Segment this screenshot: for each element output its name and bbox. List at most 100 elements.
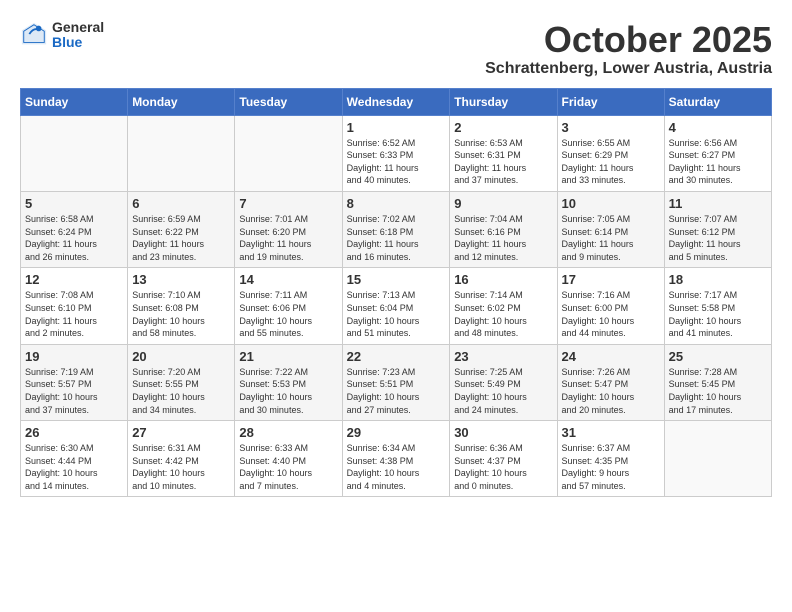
calendar-week-row: 1 Sunrise: 6:52 AM Sunset: 6:33 PM Daylig… (21, 115, 772, 191)
month-title: October 2025 (485, 20, 772, 60)
title-block: October 2025 Schrattenberg, Lower Austri… (485, 20, 772, 78)
logo-icon (20, 21, 48, 49)
day-of-week-header: Friday (557, 88, 664, 115)
calendar-cell: 24Sunrise: 7:26 AM Sunset: 5:47 PM Dayli… (557, 344, 664, 420)
day-info: Sunrise: 7:28 AM Sunset: 5:45 PM Dayligh… (669, 366, 767, 416)
day-info: Sunrise: 7:10 AM Sunset: 6:08 PM Dayligh… (132, 289, 230, 339)
day-info: Sunrise: 7:19 AM Sunset: 5:57 PM Dayligh… (25, 366, 123, 416)
calendar-table: SundayMondayTuesdayWednesdayThursdayFrid… (20, 88, 772, 498)
calendar-cell (664, 421, 771, 497)
day-info: Sunrise: 7:17 AM Sunset: 5:58 PM Dayligh… (669, 289, 767, 339)
day-number: 4 (669, 120, 767, 135)
calendar-cell: 7 Sunrise: 7:01 AM Sunset: 6:20 PM Daylig… (235, 191, 342, 267)
calendar-cell: 23Sunrise: 7:25 AM Sunset: 5:49 PM Dayli… (450, 344, 557, 420)
day-info: Sunrise: 6:58 AM Sunset: 6:24 PM Dayligh… (25, 213, 123, 263)
day-number: 14 (239, 272, 337, 287)
day-number: 12 (25, 272, 123, 287)
day-info: Sunrise: 7:26 AM Sunset: 5:47 PM Dayligh… (562, 366, 660, 416)
calendar-cell: 22 Sunrise: 7:23 AM Sunset: 5:51 PM Dayli… (342, 344, 450, 420)
day-number: 28 (239, 425, 337, 440)
day-info: Sunrise: 6:34 AM Sunset: 4:38 PM Dayligh… (347, 442, 446, 492)
day-number: 3 (562, 120, 660, 135)
day-info: Sunrise: 7:07 AM Sunset: 6:12 PM Dayligh… (669, 213, 767, 263)
calendar-cell: 10Sunrise: 7:05 AM Sunset: 6:14 PM Dayli… (557, 191, 664, 267)
day-number: 2 (454, 120, 552, 135)
day-info: Sunrise: 6:59 AM Sunset: 6:22 PM Dayligh… (132, 213, 230, 263)
calendar-cell: 12 Sunrise: 7:08 AM Sunset: 6:10 PM Dayli… (21, 268, 128, 344)
day-number: 15 (347, 272, 446, 287)
day-of-week-header: Sunday (21, 88, 128, 115)
calendar-cell (128, 115, 235, 191)
calendar-cell: 2 Sunrise: 6:53 AM Sunset: 6:31 PM Daylig… (450, 115, 557, 191)
calendar-cell (21, 115, 128, 191)
calendar-cell: 30Sunrise: 6:36 AM Sunset: 4:37 PM Dayli… (450, 421, 557, 497)
day-info: Sunrise: 7:11 AM Sunset: 6:06 PM Dayligh… (239, 289, 337, 339)
day-info: Sunrise: 7:16 AM Sunset: 6:00 PM Dayligh… (562, 289, 660, 339)
day-of-week-header: Wednesday (342, 88, 450, 115)
day-number: 1 (347, 120, 446, 135)
calendar-cell: 16 Sunrise: 7:14 AM Sunset: 6:02 PM Dayli… (450, 268, 557, 344)
calendar-week-row: 26Sunrise: 6:30 AM Sunset: 4:44 PM Dayli… (21, 421, 772, 497)
calendar-cell: 29 Sunrise: 6:34 AM Sunset: 4:38 PM Dayli… (342, 421, 450, 497)
calendar-cell: 3 Sunrise: 6:55 AM Sunset: 6:29 PM Daylig… (557, 115, 664, 191)
day-info: Sunrise: 7:20 AM Sunset: 5:55 PM Dayligh… (132, 366, 230, 416)
day-info: Sunrise: 6:52 AM Sunset: 6:33 PM Dayligh… (347, 137, 446, 187)
calendar-cell: 17 Sunrise: 7:16 AM Sunset: 6:00 PM Dayli… (557, 268, 664, 344)
day-info: Sunrise: 7:13 AM Sunset: 6:04 PM Dayligh… (347, 289, 446, 339)
day-number: 16 (454, 272, 552, 287)
page-header: General Blue October 2025 Schrattenberg,… (20, 20, 772, 78)
day-info: Sunrise: 7:22 AM Sunset: 5:53 PM Dayligh… (239, 366, 337, 416)
day-number: 25 (669, 349, 767, 364)
calendar-cell: 21 Sunrise: 7:22 AM Sunset: 5:53 PM Dayli… (235, 344, 342, 420)
day-number: 6 (132, 196, 230, 211)
day-info: Sunrise: 6:37 AM Sunset: 4:35 PM Dayligh… (562, 442, 660, 492)
day-of-week-header: Tuesday (235, 88, 342, 115)
logo-general-text: General (52, 20, 104, 35)
day-of-week-header: Monday (128, 88, 235, 115)
calendar-week-row: 19 Sunrise: 7:19 AM Sunset: 5:57 PM Dayli… (21, 344, 772, 420)
location-title: Schrattenberg, Lower Austria, Austria (485, 60, 772, 78)
day-number: 17 (562, 272, 660, 287)
day-info: Sunrise: 6:56 AM Sunset: 6:27 PM Dayligh… (669, 137, 767, 187)
calendar-cell: 5 Sunrise: 6:58 AM Sunset: 6:24 PM Daylig… (21, 191, 128, 267)
calendar-week-row: 12 Sunrise: 7:08 AM Sunset: 6:10 PM Dayli… (21, 268, 772, 344)
day-number: 22 (347, 349, 446, 364)
day-info: Sunrise: 7:08 AM Sunset: 6:10 PM Dayligh… (25, 289, 123, 339)
day-number: 7 (239, 196, 337, 211)
day-number: 13 (132, 272, 230, 287)
calendar-cell: 20Sunrise: 7:20 AM Sunset: 5:55 PM Dayli… (128, 344, 235, 420)
day-info: Sunrise: 7:25 AM Sunset: 5:49 PM Dayligh… (454, 366, 552, 416)
calendar-cell: 25 Sunrise: 7:28 AM Sunset: 5:45 PM Dayli… (664, 344, 771, 420)
day-info: Sunrise: 6:53 AM Sunset: 6:31 PM Dayligh… (454, 137, 552, 187)
day-info: Sunrise: 7:14 AM Sunset: 6:02 PM Dayligh… (454, 289, 552, 339)
calendar-cell: 28Sunrise: 6:33 AM Sunset: 4:40 PM Dayli… (235, 421, 342, 497)
day-info: Sunrise: 7:23 AM Sunset: 5:51 PM Dayligh… (347, 366, 446, 416)
calendar-cell: 11 Sunrise: 7:07 AM Sunset: 6:12 PM Dayli… (664, 191, 771, 267)
day-number: 21 (239, 349, 337, 364)
day-number: 19 (25, 349, 123, 364)
day-info: Sunrise: 6:55 AM Sunset: 6:29 PM Dayligh… (562, 137, 660, 187)
day-number: 8 (347, 196, 446, 211)
day-info: Sunrise: 7:04 AM Sunset: 6:16 PM Dayligh… (454, 213, 552, 263)
day-info: Sunrise: 6:31 AM Sunset: 4:42 PM Dayligh… (132, 442, 230, 492)
day-number: 5 (25, 196, 123, 211)
logo-blue-text: Blue (52, 35, 104, 50)
day-number: 18 (669, 272, 767, 287)
calendar-header-row: SundayMondayTuesdayWednesdayThursdayFrid… (21, 88, 772, 115)
day-number: 31 (562, 425, 660, 440)
logo-text: General Blue (52, 20, 104, 51)
day-info: Sunrise: 7:02 AM Sunset: 6:18 PM Dayligh… (347, 213, 446, 263)
calendar-cell (235, 115, 342, 191)
day-info: Sunrise: 7:05 AM Sunset: 6:14 PM Dayligh… (562, 213, 660, 263)
calendar-cell: 6 Sunrise: 6:59 AM Sunset: 6:22 PM Daylig… (128, 191, 235, 267)
calendar-cell: 27Sunrise: 6:31 AM Sunset: 4:42 PM Dayli… (128, 421, 235, 497)
day-info: Sunrise: 6:30 AM Sunset: 4:44 PM Dayligh… (25, 442, 123, 492)
calendar-cell: 14 Sunrise: 7:11 AM Sunset: 6:06 PM Dayli… (235, 268, 342, 344)
day-info: Sunrise: 7:01 AM Sunset: 6:20 PM Dayligh… (239, 213, 337, 263)
calendar-cell: 19 Sunrise: 7:19 AM Sunset: 5:57 PM Dayli… (21, 344, 128, 420)
calendar-cell: 18 Sunrise: 7:17 AM Sunset: 5:58 PM Dayli… (664, 268, 771, 344)
calendar-cell: 1 Sunrise: 6:52 AM Sunset: 6:33 PM Daylig… (342, 115, 450, 191)
day-number: 30 (454, 425, 552, 440)
day-number: 11 (669, 196, 767, 211)
day-number: 29 (347, 425, 446, 440)
